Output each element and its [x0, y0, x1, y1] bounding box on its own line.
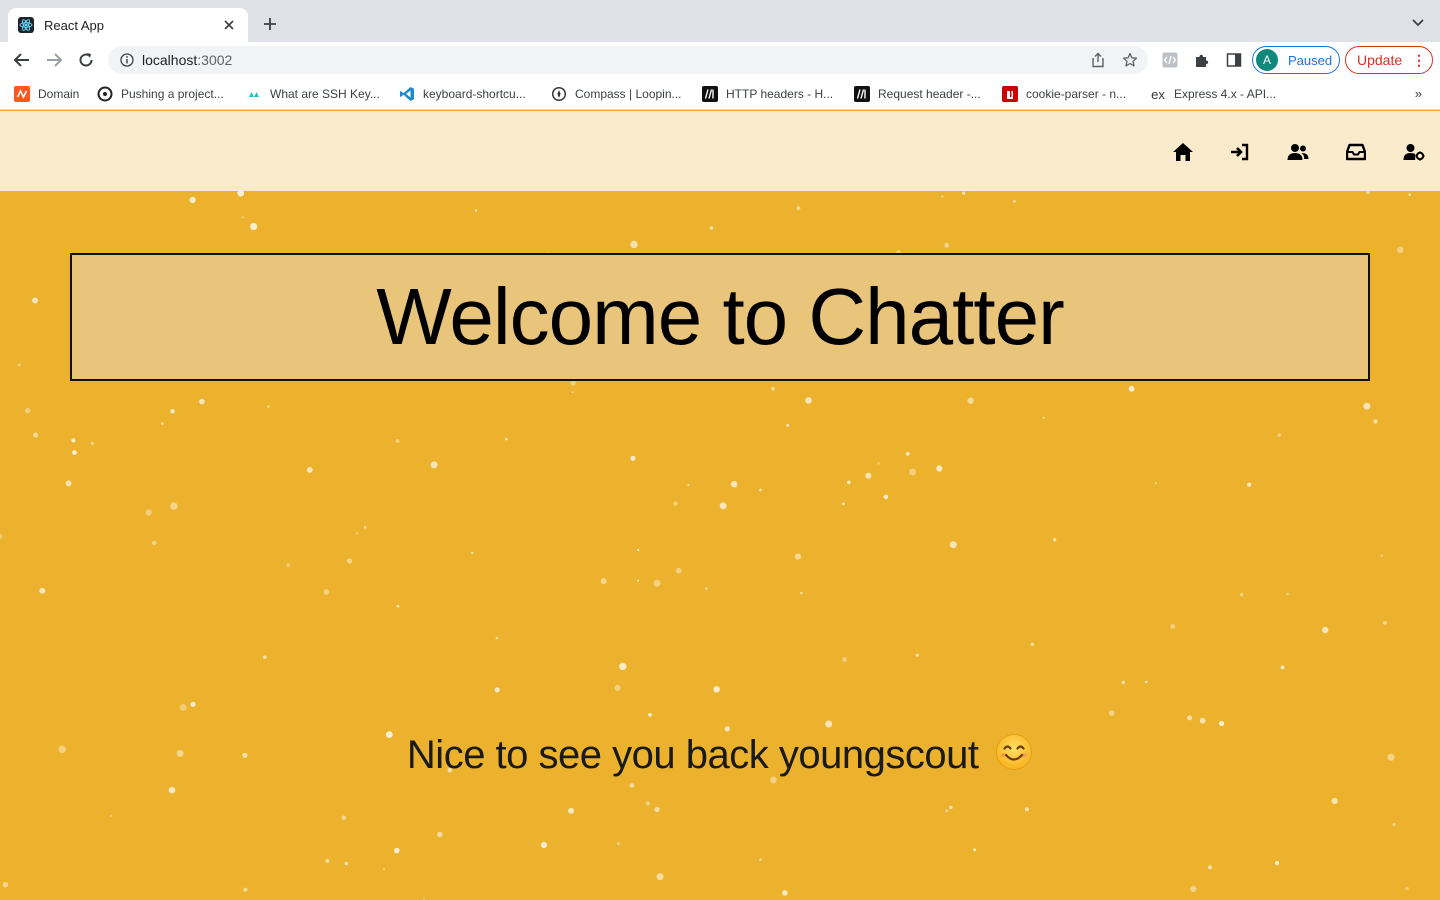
new-tab-button[interactable]: [258, 12, 282, 36]
main-stage: Welcome to Chatter Nice to see you back …: [0, 191, 1440, 900]
bookmark-domain[interactable]: Domain: [14, 85, 79, 103]
profile-avatar: A: [1256, 49, 1278, 71]
bookmark-label: Request header -...: [878, 87, 981, 101]
more-vert-icon: ⋮: [1412, 52, 1426, 68]
bookmark-ssh-keys[interactable]: What are SSH Key...: [246, 85, 380, 103]
address-bar[interactable]: localhost:3002: [108, 46, 1148, 74]
domain-icon: [14, 86, 30, 102]
forward-button[interactable]: [44, 50, 64, 70]
bookmark-pushing-project[interactable]: Pushing a project...: [97, 85, 224, 103]
greeting-text: Nice to see you back youngscout: [406, 732, 979, 777]
site-info-icon[interactable]: [120, 53, 134, 67]
bookmark-keyboard-shortcuts[interactable]: keyboard-shortcu...: [399, 85, 526, 103]
inbox-icon[interactable]: [1345, 141, 1367, 163]
profile-status: Paused: [1288, 52, 1333, 68]
bookmarks-bar: Domain Pushing a project... What are SSH…: [0, 78, 1440, 110]
update-label: Update: [1357, 52, 1403, 68]
browser-tabstrip: React App: [0, 0, 1440, 42]
bookmark-express-api[interactable]: ex Express 4.x - API...: [1150, 85, 1276, 103]
vscode-icon: [399, 86, 415, 102]
page-title: Welcome to Chatter: [376, 272, 1064, 361]
browser-tab[interactable]: React App: [8, 8, 248, 42]
reload-button[interactable]: [76, 50, 96, 70]
extensions-puzzle-icon[interactable]: [1194, 52, 1210, 68]
login-icon[interactable]: [1229, 141, 1251, 163]
express-icon: ex: [1151, 86, 1165, 102]
welcome-banner: Welcome to Chatter: [70, 253, 1370, 381]
bookmark-label: keyboard-shortcu...: [423, 87, 526, 101]
bookmark-label: Pushing a project...: [121, 87, 224, 101]
tab-search-icon[interactable]: [1410, 14, 1426, 30]
back-button[interactable]: [12, 50, 32, 70]
smiling-face-icon: [996, 734, 1032, 771]
bookmark-http-headers[interactable]: HTTP headers - H...: [702, 85, 833, 103]
side-panel-icon[interactable]: [1226, 52, 1242, 68]
update-button[interactable]: Update ⋮: [1345, 46, 1433, 74]
bookmark-star-icon[interactable]: [1122, 52, 1138, 68]
ssh-icon: [246, 86, 262, 102]
bookmark-label: What are SSH Key...: [270, 87, 380, 101]
close-tab-icon[interactable]: [220, 16, 238, 34]
greeting-message: Nice to see you back youngscout: [0, 731, 1440, 778]
devtools-extension-icon[interactable]: [1162, 52, 1178, 68]
mdn-icon: [854, 86, 870, 102]
bookmark-cookie-parser[interactable]: cookie-parser - n...: [1002, 85, 1126, 103]
share-icon[interactable]: [1090, 52, 1106, 68]
bookmark-label: Compass | Loopin...: [575, 87, 682, 101]
tab-title: React App: [44, 17, 104, 33]
url-host: localhost: [142, 52, 198, 68]
npm-icon: [1002, 86, 1018, 102]
browser-toolbar: localhost:3002 A Paused Update ⋮: [0, 42, 1440, 78]
bookmark-label: HTTP headers - H...: [726, 87, 834, 101]
mdn-icon: [702, 86, 718, 102]
bookmark-label: cookie-parser - n...: [1026, 87, 1127, 101]
app-navbar: [0, 111, 1440, 191]
bookmark-compass[interactable]: Compass | Loopin...: [551, 85, 682, 103]
back-arrow-icon: [13, 53, 29, 67]
react-icon: [18, 17, 34, 33]
url-port: :3002: [197, 52, 233, 68]
users-icon[interactable]: [1287, 141, 1309, 163]
user-settings-icon[interactable]: [1403, 141, 1425, 163]
compass-icon: [551, 86, 567, 102]
reload-icon: [79, 53, 93, 67]
profile-button[interactable]: A Paused: [1252, 46, 1340, 74]
bookmark-request-header[interactable]: Request header -...: [854, 85, 981, 103]
bookmarks-overflow-button[interactable]: »: [1415, 86, 1422, 101]
home-icon[interactable]: [1172, 141, 1194, 163]
bookmark-label: Domain: [38, 87, 80, 101]
git-icon: [97, 86, 113, 102]
bookmark-label: Express 4.x - API...: [1174, 87, 1277, 101]
forward-arrow-icon: [47, 53, 63, 67]
